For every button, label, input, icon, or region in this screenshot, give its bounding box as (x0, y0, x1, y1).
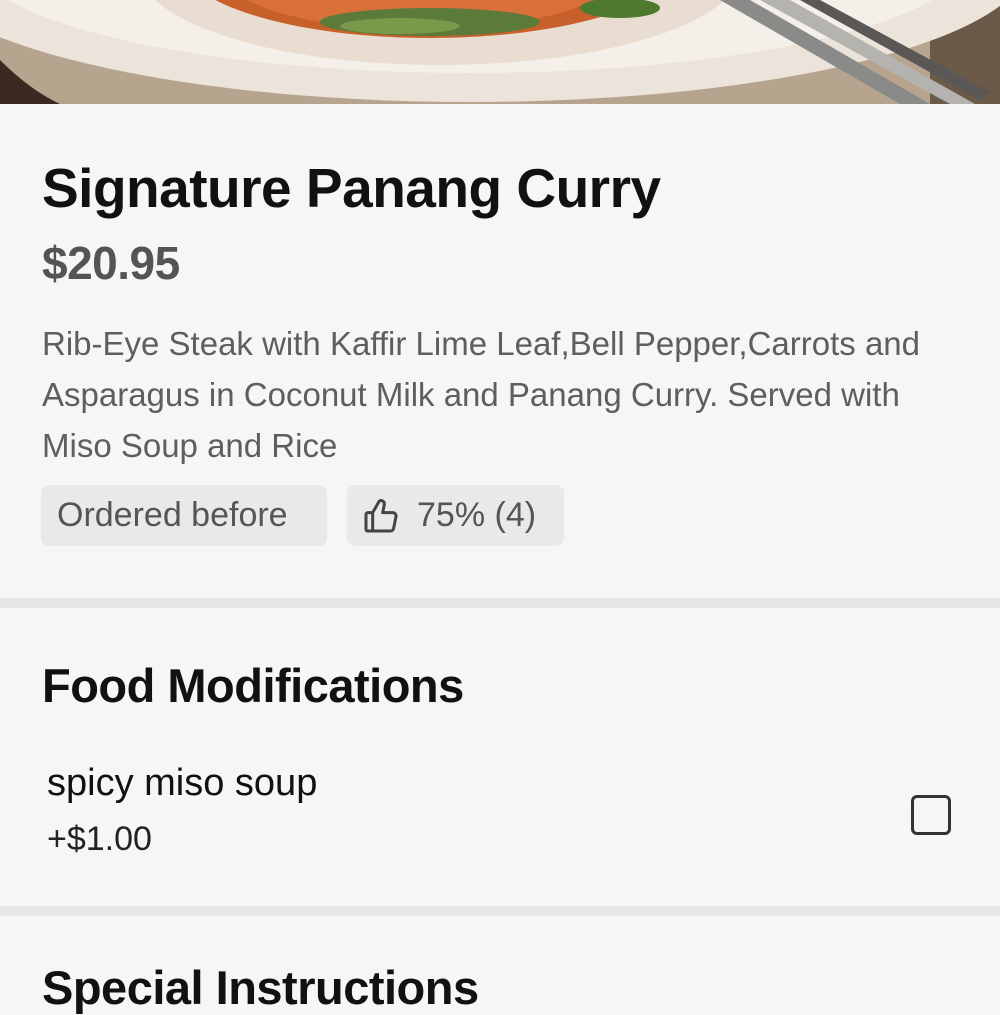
ordered-before-label: Ordered before (57, 496, 288, 534)
thumbs-up-icon (361, 496, 401, 536)
modifications-heading: Food Modifications (42, 659, 464, 712)
section-divider (0, 598, 1000, 608)
section-divider (0, 906, 1000, 916)
ordered-before-badge: Ordered before (41, 485, 327, 546)
item-photo (0, 0, 1000, 104)
option-checkbox[interactable] (911, 795, 951, 835)
special-instructions-heading: Special Instructions (42, 961, 479, 1014)
rating-label: 75% (4) (417, 496, 537, 534)
item-price: $20.95 (42, 237, 180, 289)
rating-badge: 75% (4) (347, 485, 564, 546)
option-label: spicy miso soup (47, 762, 318, 804)
item-title: Signature Panang Curry (42, 157, 661, 219)
option-price: +$1.00 (47, 820, 152, 858)
item-description: Rib-Eye Steak with Kaffir Lime Leaf,Bell… (42, 325, 920, 464)
